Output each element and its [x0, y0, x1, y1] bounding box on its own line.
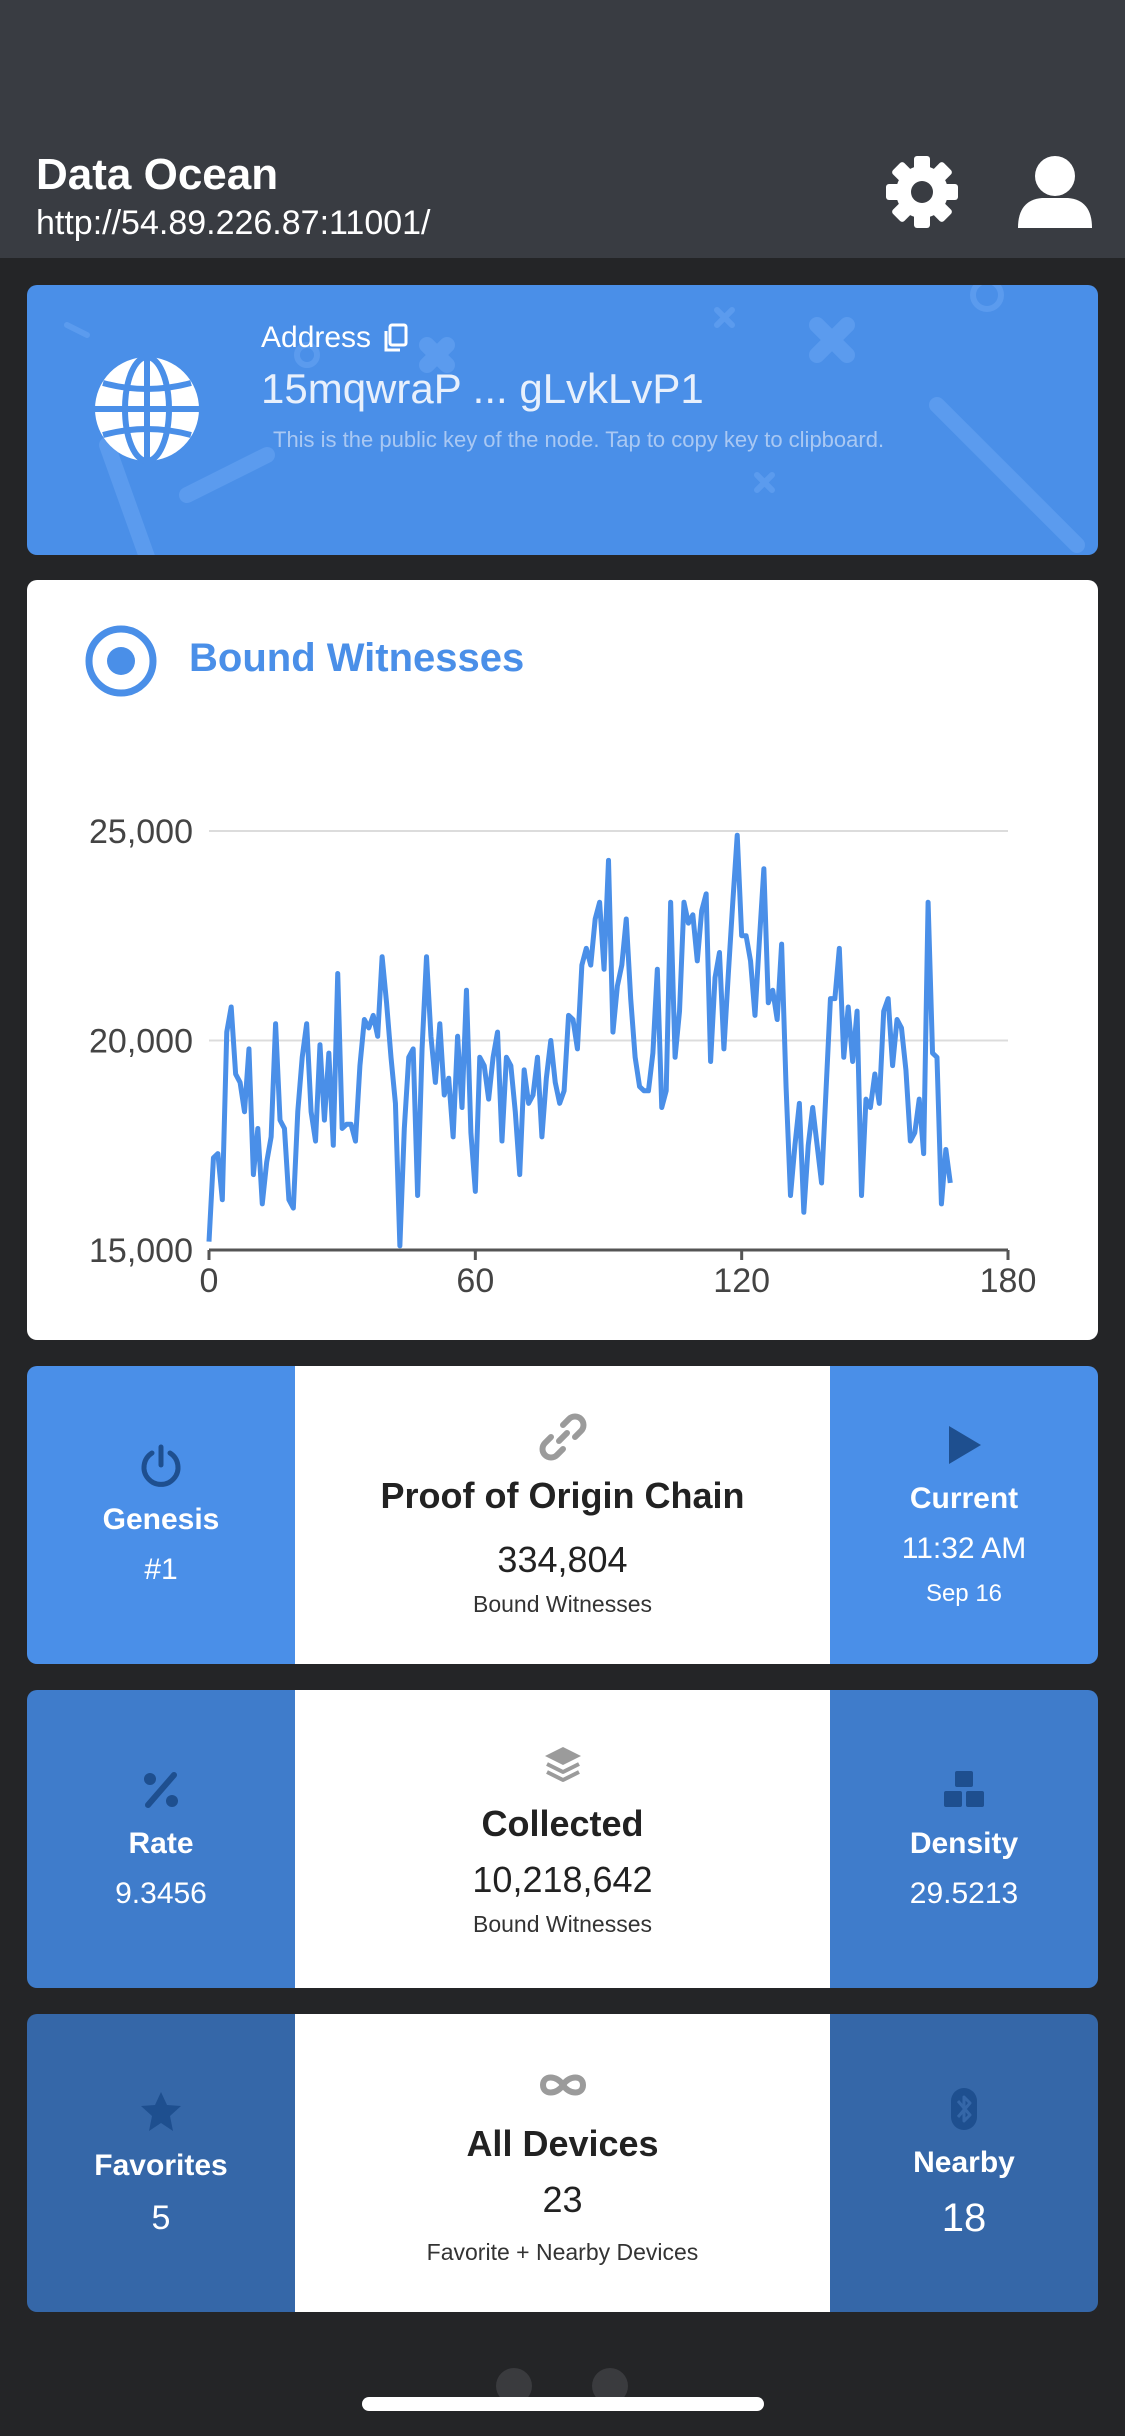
favorites-label: Favorites [94, 2148, 228, 2182]
cubes-icon [944, 1771, 984, 1807]
bluetooth-icon [951, 2087, 977, 2130]
density-label: Density [909, 1827, 1019, 1860]
density-panel[interactable]: Density 29.5213 [830, 1690, 1098, 1988]
public-key[interactable]: 15mqwraP ... gLvkLvP1 [261, 365, 704, 413]
density-value: 29.5213 [909, 1877, 1019, 1910]
rate-label: Rate [128, 1827, 194, 1860]
proof-of-origin-title: Proof of Origin Chain [380, 1474, 745, 1516]
nearby-count: 18 [941, 2195, 987, 2240]
genesis-value: #1 [144, 1553, 178, 1586]
rate-value: 9.3456 [115, 1877, 207, 1910]
all-devices-title: All Devices [466, 2122, 659, 2164]
collected-sub: Bound Witnesses [473, 1910, 652, 1937]
current-date: Sep 16 [925, 1580, 1003, 1607]
bound-witnesses-chart-card: Bound Witnesses 15,000 20,000 25,000 0 60 120… [27, 580, 1098, 1340]
collected-count: 10,218,642 [472, 1858, 653, 1900]
percent-icon [144, 1772, 178, 1808]
current-time: 11:32 AM [901, 1532, 1027, 1565]
x-tick-label: 120 [713, 1262, 770, 1300]
x-tick-label: 60 [456, 1262, 494, 1300]
gear-icon[interactable] [882, 152, 962, 232]
node-url: http://54.89.226.87:11001/ [36, 204, 431, 242]
proof-of-origin-card: Genesis #1 Proof of Origin Chain 334,804… [27, 1366, 1098, 1664]
collected-panel[interactable]: Collected 10,218,642 Bound Witnesses [295, 1690, 830, 1988]
copy-icon[interactable] [381, 323, 409, 353]
nearby-label: Nearby [913, 2145, 1015, 2179]
layers-icon [544, 1746, 581, 1782]
globe-icon [95, 354, 199, 464]
proof-of-origin-count: 334,804 [497, 1538, 628, 1580]
user-icon[interactable] [1012, 152, 1098, 232]
genesis-panel[interactable]: Genesis #1 [27, 1366, 295, 1664]
favorites-panel[interactable]: Favorites 5 [27, 2014, 295, 2312]
infinity-icon [539, 2074, 586, 2095]
power-icon [141, 1444, 181, 1487]
y-tick-label: 15,000 [89, 1232, 193, 1270]
address-label: Address [261, 321, 409, 355]
collected-card: Rate 9.3456 Collected 10,218,642 Bound W… [27, 1690, 1098, 1988]
home-indicator[interactable] [362, 2397, 764, 2411]
star-icon [141, 2091, 181, 2131]
proof-of-origin-sub: Bound Witnesses [473, 1590, 652, 1617]
proof-of-origin-panel[interactable]: Proof of Origin Chain 334,804 Bound Witn… [295, 1366, 830, 1664]
y-tick-label: 25,000 [89, 813, 193, 851]
app-header: Data Ocean http://54.89.226.87:11001/ [0, 0, 1125, 258]
address-label-text: Address [261, 321, 372, 354]
genesis-label: Genesis [102, 1503, 220, 1536]
x-tick-label: 180 [980, 1262, 1037, 1300]
bound-witnesses-chart: 15,000 20,000 25,000 0 60 120 180 [89, 813, 1037, 1300]
app-title: Data Ocean [36, 150, 279, 199]
nearby-panel[interactable]: Nearby 18 [830, 2014, 1098, 2312]
current-panel[interactable]: Current 11:32 AM Sep 16 [830, 1366, 1098, 1664]
rate-panel[interactable]: Rate 9.3456 [27, 1690, 295, 1988]
favorites-count: 5 [151, 2198, 171, 2237]
all-devices-sub: Favorite + Nearby Devices [426, 2238, 699, 2265]
play-icon [949, 1426, 981, 1464]
devices-card: Favorites 5 All Devices 23 Favorite + Ne… [27, 2014, 1098, 2312]
x-tick-label: 0 [200, 1262, 219, 1300]
all-devices-panel[interactable]: All Devices 23 Favorite + Nearby Devices [295, 2014, 830, 2312]
link-icon [539, 1413, 586, 1460]
address-card[interactable]: Address 15mqwraP ... gLvkLvP1 This is th… [27, 285, 1098, 555]
public-key-hint: This is the public key of the node. Tap … [273, 427, 885, 452]
y-tick-label: 20,000 [89, 1023, 193, 1061]
collected-title: Collected [481, 1802, 644, 1844]
current-label: Current [909, 1482, 1019, 1515]
all-devices-count: 23 [542, 2178, 583, 2220]
